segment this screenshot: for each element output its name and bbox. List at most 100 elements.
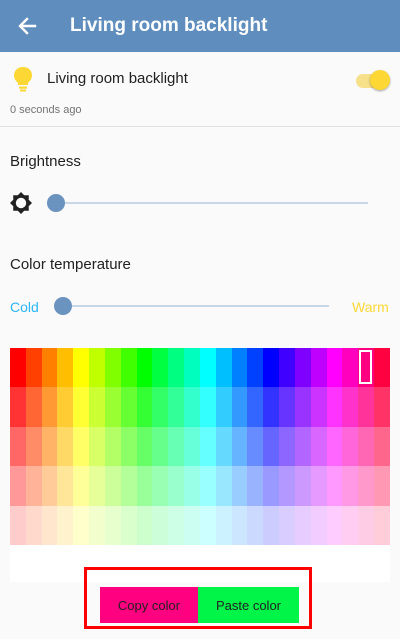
color-swatch[interactable]: [10, 505, 26, 545]
color-swatch[interactable]: [57, 387, 74, 427]
color-swatch[interactable]: [358, 505, 375, 545]
color-swatch[interactable]: [199, 426, 216, 467]
color-swatch[interactable]: [215, 348, 232, 388]
color-swatch[interactable]: [89, 348, 105, 388]
color-swatch[interactable]: [73, 505, 90, 545]
color-swatch[interactable]: [199, 466, 216, 506]
color-swatch[interactable]: [199, 348, 216, 388]
color-swatch[interactable]: [247, 466, 264, 506]
color-swatch[interactable]: [358, 426, 375, 467]
back-button[interactable]: [14, 13, 40, 39]
color-swatch[interactable]: [326, 505, 343, 545]
color-swatch[interactable]: [10, 426, 26, 467]
color-swatch[interactable]: [152, 505, 169, 545]
color-swatch[interactable]: [10, 387, 26, 427]
color-swatch[interactable]: [342, 348, 359, 388]
color-swatch[interactable]: [215, 426, 232, 467]
color-swatch[interactable]: [136, 466, 153, 506]
color-swatch[interactable]: [342, 426, 359, 467]
color-swatch[interactable]: [342, 505, 359, 545]
color-swatch[interactable]: [41, 505, 58, 545]
brightness-slider-knob[interactable]: [47, 194, 65, 212]
color-swatch[interactable]: [104, 348, 121, 388]
color-swatch[interactable]: [41, 466, 58, 506]
color-swatch[interactable]: [168, 348, 185, 388]
brightness-slider-track[interactable]: [56, 202, 368, 204]
color-swatch[interactable]: [10, 466, 26, 506]
color-swatch[interactable]: [263, 387, 280, 427]
color-swatch[interactable]: [294, 426, 311, 467]
color-swatch[interactable]: [374, 348, 390, 388]
color-swatch[interactable]: [247, 387, 264, 427]
color-swatch[interactable]: [89, 505, 105, 545]
color-swatch[interactable]: [326, 466, 343, 506]
color-swatch[interactable]: [73, 426, 90, 467]
color-swatch[interactable]: [342, 466, 359, 506]
color-swatch[interactable]: [41, 426, 58, 467]
color-swatch[interactable]: [104, 387, 121, 427]
color-swatch[interactable]: [294, 387, 311, 427]
color-swatch[interactable]: [263, 348, 280, 388]
color-swatch[interactable]: [120, 387, 137, 427]
paste-color-button[interactable]: Paste color: [198, 587, 299, 623]
color-swatch[interactable]: [310, 348, 327, 388]
color-swatch[interactable]: [136, 348, 153, 388]
color-swatch[interactable]: [358, 466, 375, 506]
color-swatch[interactable]: [231, 505, 248, 545]
color-swatch[interactable]: [168, 466, 185, 506]
color-swatch[interactable]: [73, 348, 90, 388]
color-swatch[interactable]: [199, 505, 216, 545]
color-swatch[interactable]: [120, 505, 137, 545]
color-swatch[interactable]: [294, 348, 311, 388]
color-swatch[interactable]: [89, 387, 105, 427]
color-swatch[interactable]: [184, 466, 200, 506]
color-swatch[interactable]: [25, 426, 42, 467]
color-swatch[interactable]: [25, 505, 42, 545]
color-swatch[interactable]: [136, 505, 153, 545]
color-swatch[interactable]: [374, 505, 390, 545]
color-swatch[interactable]: [104, 505, 121, 545]
color-swatch[interactable]: [184, 387, 200, 427]
color-swatch[interactable]: [247, 505, 264, 545]
color-swatch[interactable]: [120, 466, 137, 506]
color-swatch[interactable]: [25, 466, 42, 506]
color-swatch[interactable]: [57, 505, 74, 545]
color-swatch[interactable]: [104, 426, 121, 467]
color-swatch[interactable]: [57, 426, 74, 467]
color-swatch[interactable]: [215, 387, 232, 427]
color-swatch[interactable]: [152, 387, 169, 427]
color-swatch[interactable]: [247, 426, 264, 467]
color-swatch[interactable]: [57, 348, 74, 388]
color-swatch[interactable]: [231, 426, 248, 467]
copy-color-button[interactable]: Copy color: [100, 587, 198, 623]
color-swatch[interactable]: [294, 505, 311, 545]
color-swatch[interactable]: [310, 505, 327, 545]
color-swatch[interactable]: [184, 348, 200, 388]
color-swatch[interactable]: [25, 387, 42, 427]
color-temp-slider-track[interactable]: [63, 305, 329, 307]
color-swatch[interactable]: [152, 426, 169, 467]
color-swatch[interactable]: [168, 387, 185, 427]
color-swatch[interactable]: [358, 387, 375, 427]
color-swatch[interactable]: [89, 426, 105, 467]
color-swatch[interactable]: [136, 387, 153, 427]
color-swatch[interactable]: [184, 426, 200, 467]
color-swatch[interactable]: [231, 466, 248, 506]
color-swatch[interactable]: [279, 348, 295, 388]
color-swatch[interactable]: [326, 426, 343, 467]
color-swatch[interactable]: [294, 466, 311, 506]
color-swatch[interactable]: [184, 505, 200, 545]
color-swatch[interactable]: [136, 426, 153, 467]
color-swatch[interactable]: [263, 466, 280, 506]
color-swatch[interactable]: [247, 348, 264, 388]
color-swatch[interactable]: [215, 505, 232, 545]
color-swatch[interactable]: [25, 348, 42, 388]
color-swatch[interactable]: [231, 387, 248, 427]
color-swatch[interactable]: [41, 387, 58, 427]
color-swatch[interactable]: [374, 466, 390, 506]
color-swatch[interactable]: [89, 466, 105, 506]
color-swatch[interactable]: [342, 387, 359, 427]
color-swatch[interactable]: [152, 348, 169, 388]
color-swatch[interactable]: [231, 348, 248, 388]
color-swatch[interactable]: [215, 466, 232, 506]
